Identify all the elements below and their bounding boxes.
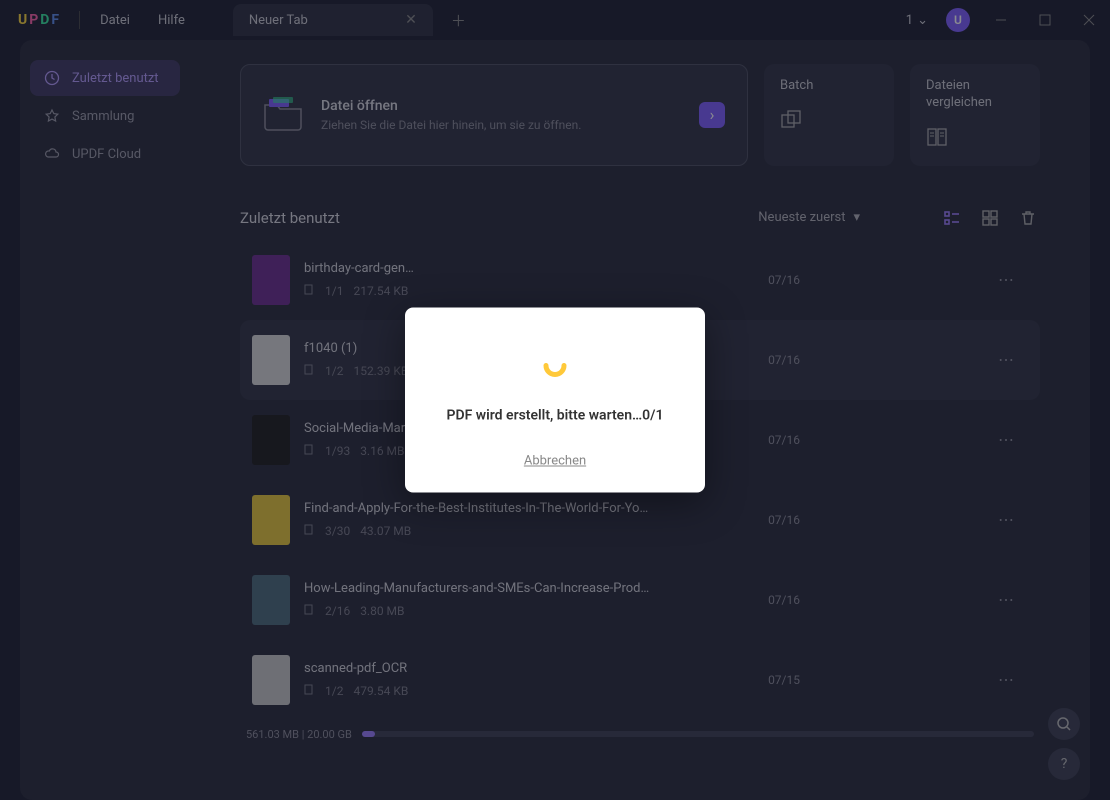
spinner-icon xyxy=(540,348,570,378)
modal-cancel-button[interactable]: Abbrechen xyxy=(425,454,685,469)
progress-modal: PDF wird erstellt, bitte warten…0/1 Abbr… xyxy=(405,308,705,493)
modal-message: PDF wird erstellt, bitte warten…0/1 xyxy=(425,408,685,424)
